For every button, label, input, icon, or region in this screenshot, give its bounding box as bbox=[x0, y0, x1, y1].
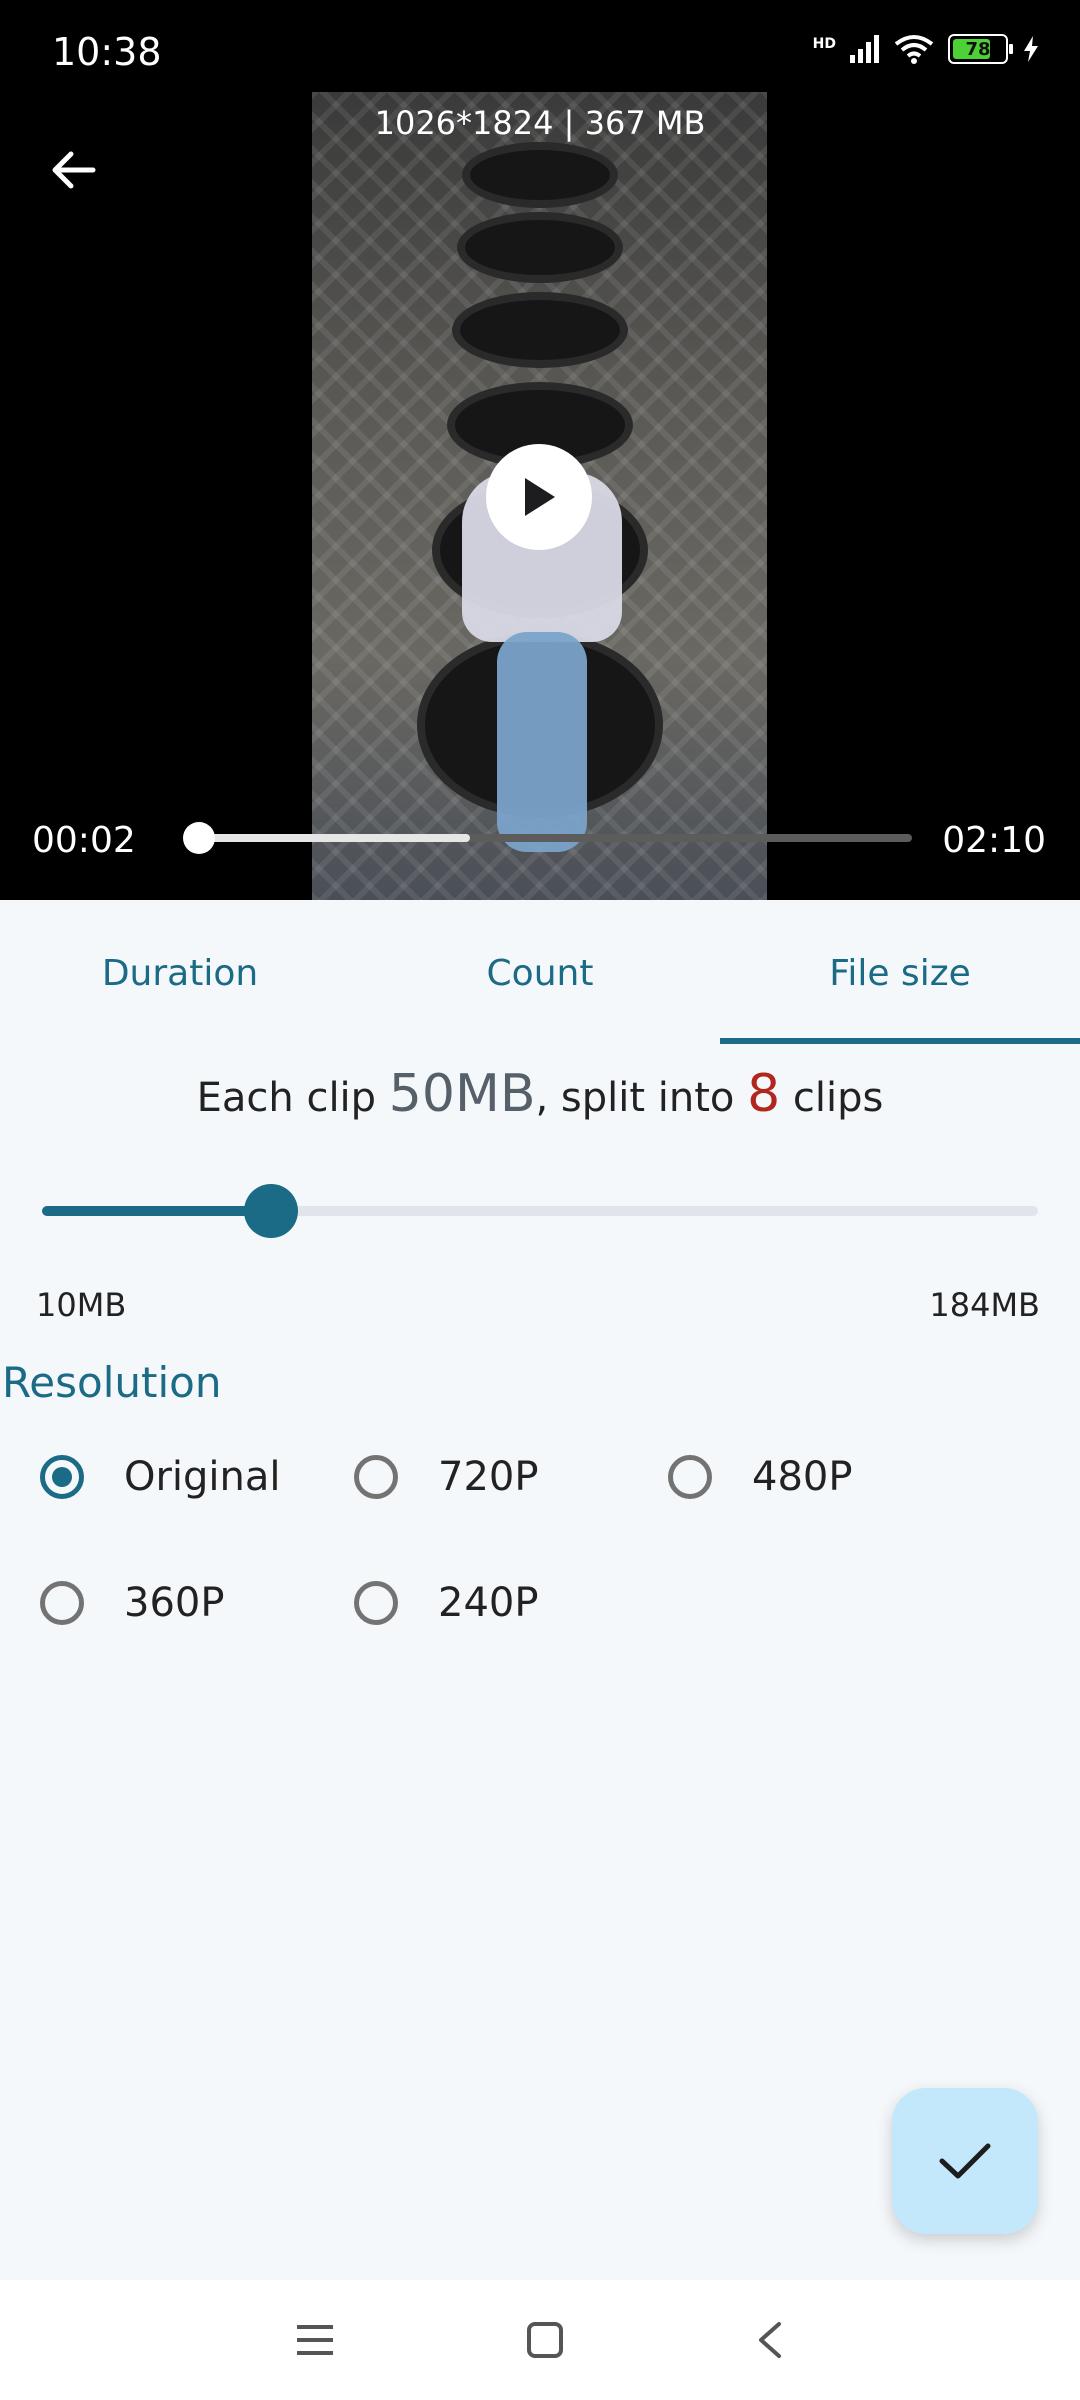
video-content-shape bbox=[456, 212, 623, 283]
battery-icon: 78 bbox=[948, 34, 1013, 64]
radio-label: Original bbox=[124, 1454, 281, 1500]
signal-icon bbox=[850, 35, 879, 63]
status-time: 10:38 bbox=[52, 30, 162, 74]
slider-active-track bbox=[42, 1206, 271, 1216]
clip-count-value: 8 bbox=[747, 1064, 781, 1124]
radio-label: 720P bbox=[438, 1454, 539, 1500]
seek-bar-buffered bbox=[188, 834, 471, 842]
play-button[interactable] bbox=[486, 444, 592, 550]
check-icon bbox=[939, 2143, 991, 2179]
summary-suffix: clips bbox=[780, 1075, 884, 1121]
radio-button-icon bbox=[40, 1455, 84, 1499]
radio-button-icon bbox=[668, 1455, 712, 1499]
radio-720p[interactable]: 720P bbox=[354, 1454, 538, 1500]
menu-icon[interactable] bbox=[295, 2322, 335, 2358]
clip-size-value: 50MB bbox=[388, 1064, 536, 1124]
radio-original[interactable]: Original bbox=[40, 1454, 281, 1500]
tab-count[interactable]: Count bbox=[360, 900, 720, 1046]
play-icon bbox=[525, 478, 555, 516]
radio-label: 480P bbox=[752, 1454, 853, 1500]
slider-thumb[interactable] bbox=[243, 1184, 298, 1238]
confirm-button[interactable] bbox=[892, 2088, 1038, 2234]
clip-size-slider[interactable] bbox=[42, 1184, 1038, 1238]
arrow-left-icon bbox=[52, 151, 96, 189]
status-bar: 10:38 HD 78 bbox=[0, 0, 1080, 110]
square-icon[interactable] bbox=[525, 2320, 565, 2360]
split-mode-tabs: Duration Count File size bbox=[0, 900, 1080, 1046]
network-type-label: HD bbox=[812, 36, 836, 52]
split-summary: Each clip 50MB, split into 8 clips bbox=[0, 1064, 1080, 1124]
radio-480p[interactable]: 480P bbox=[668, 1454, 852, 1500]
video-content-shape bbox=[451, 292, 628, 368]
current-time: 00:02 bbox=[32, 820, 136, 861]
radio-360p[interactable]: 360P bbox=[40, 1580, 224, 1626]
charging-bolt-icon bbox=[1024, 36, 1038, 62]
summary-prefix: Each clip bbox=[196, 1075, 389, 1121]
system-navigation-bar bbox=[0, 2280, 1080, 2400]
summary-middle: , split into bbox=[535, 1075, 748, 1121]
video-player[interactable]: 10:38 HD 78 1026*1824 | 367 MB 00:02 02:… bbox=[0, 0, 1080, 900]
tab-file-size[interactable]: File size bbox=[720, 900, 1080, 1046]
video-info: 1026*1824 | 367 MB bbox=[374, 104, 706, 142]
slider-min-label: 10MB bbox=[36, 1286, 127, 1324]
radio-button-icon bbox=[354, 1581, 398, 1625]
seek-bar-handle[interactable] bbox=[182, 822, 215, 854]
tab-duration[interactable]: Duration bbox=[0, 900, 360, 1046]
total-time: 02:10 bbox=[942, 820, 1046, 861]
wifi-icon bbox=[894, 35, 934, 64]
battery-percent: 78 bbox=[965, 38, 991, 60]
video-content-shape bbox=[497, 632, 587, 852]
radio-button-icon bbox=[40, 1581, 84, 1625]
radio-240p[interactable]: 240P bbox=[354, 1580, 538, 1626]
resolution-title: Resolution bbox=[2, 1358, 222, 1407]
video-seek-bar[interactable] bbox=[182, 822, 912, 854]
status-icons: HD 78 bbox=[813, 34, 1040, 64]
back-button[interactable] bbox=[44, 140, 104, 200]
radio-label: 360P bbox=[124, 1580, 225, 1626]
radio-label: 240P bbox=[438, 1580, 539, 1626]
slider-max-label: 184MB bbox=[929, 1286, 1040, 1324]
radio-button-icon bbox=[354, 1455, 398, 1499]
chevron-left-icon[interactable] bbox=[755, 2320, 785, 2360]
video-content-shape bbox=[461, 142, 618, 208]
